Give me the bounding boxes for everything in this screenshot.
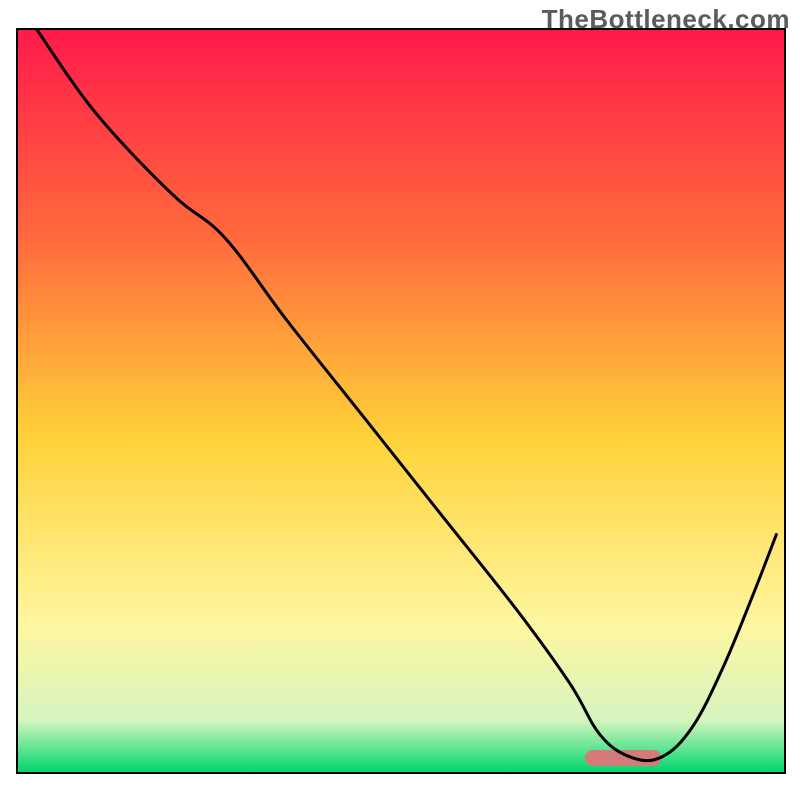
plot-background [18,30,784,772]
chart-stage: TheBottleneck.com [0,0,800,800]
watermark-text: TheBottleneck.com [542,4,790,35]
chart-svg [0,0,800,800]
